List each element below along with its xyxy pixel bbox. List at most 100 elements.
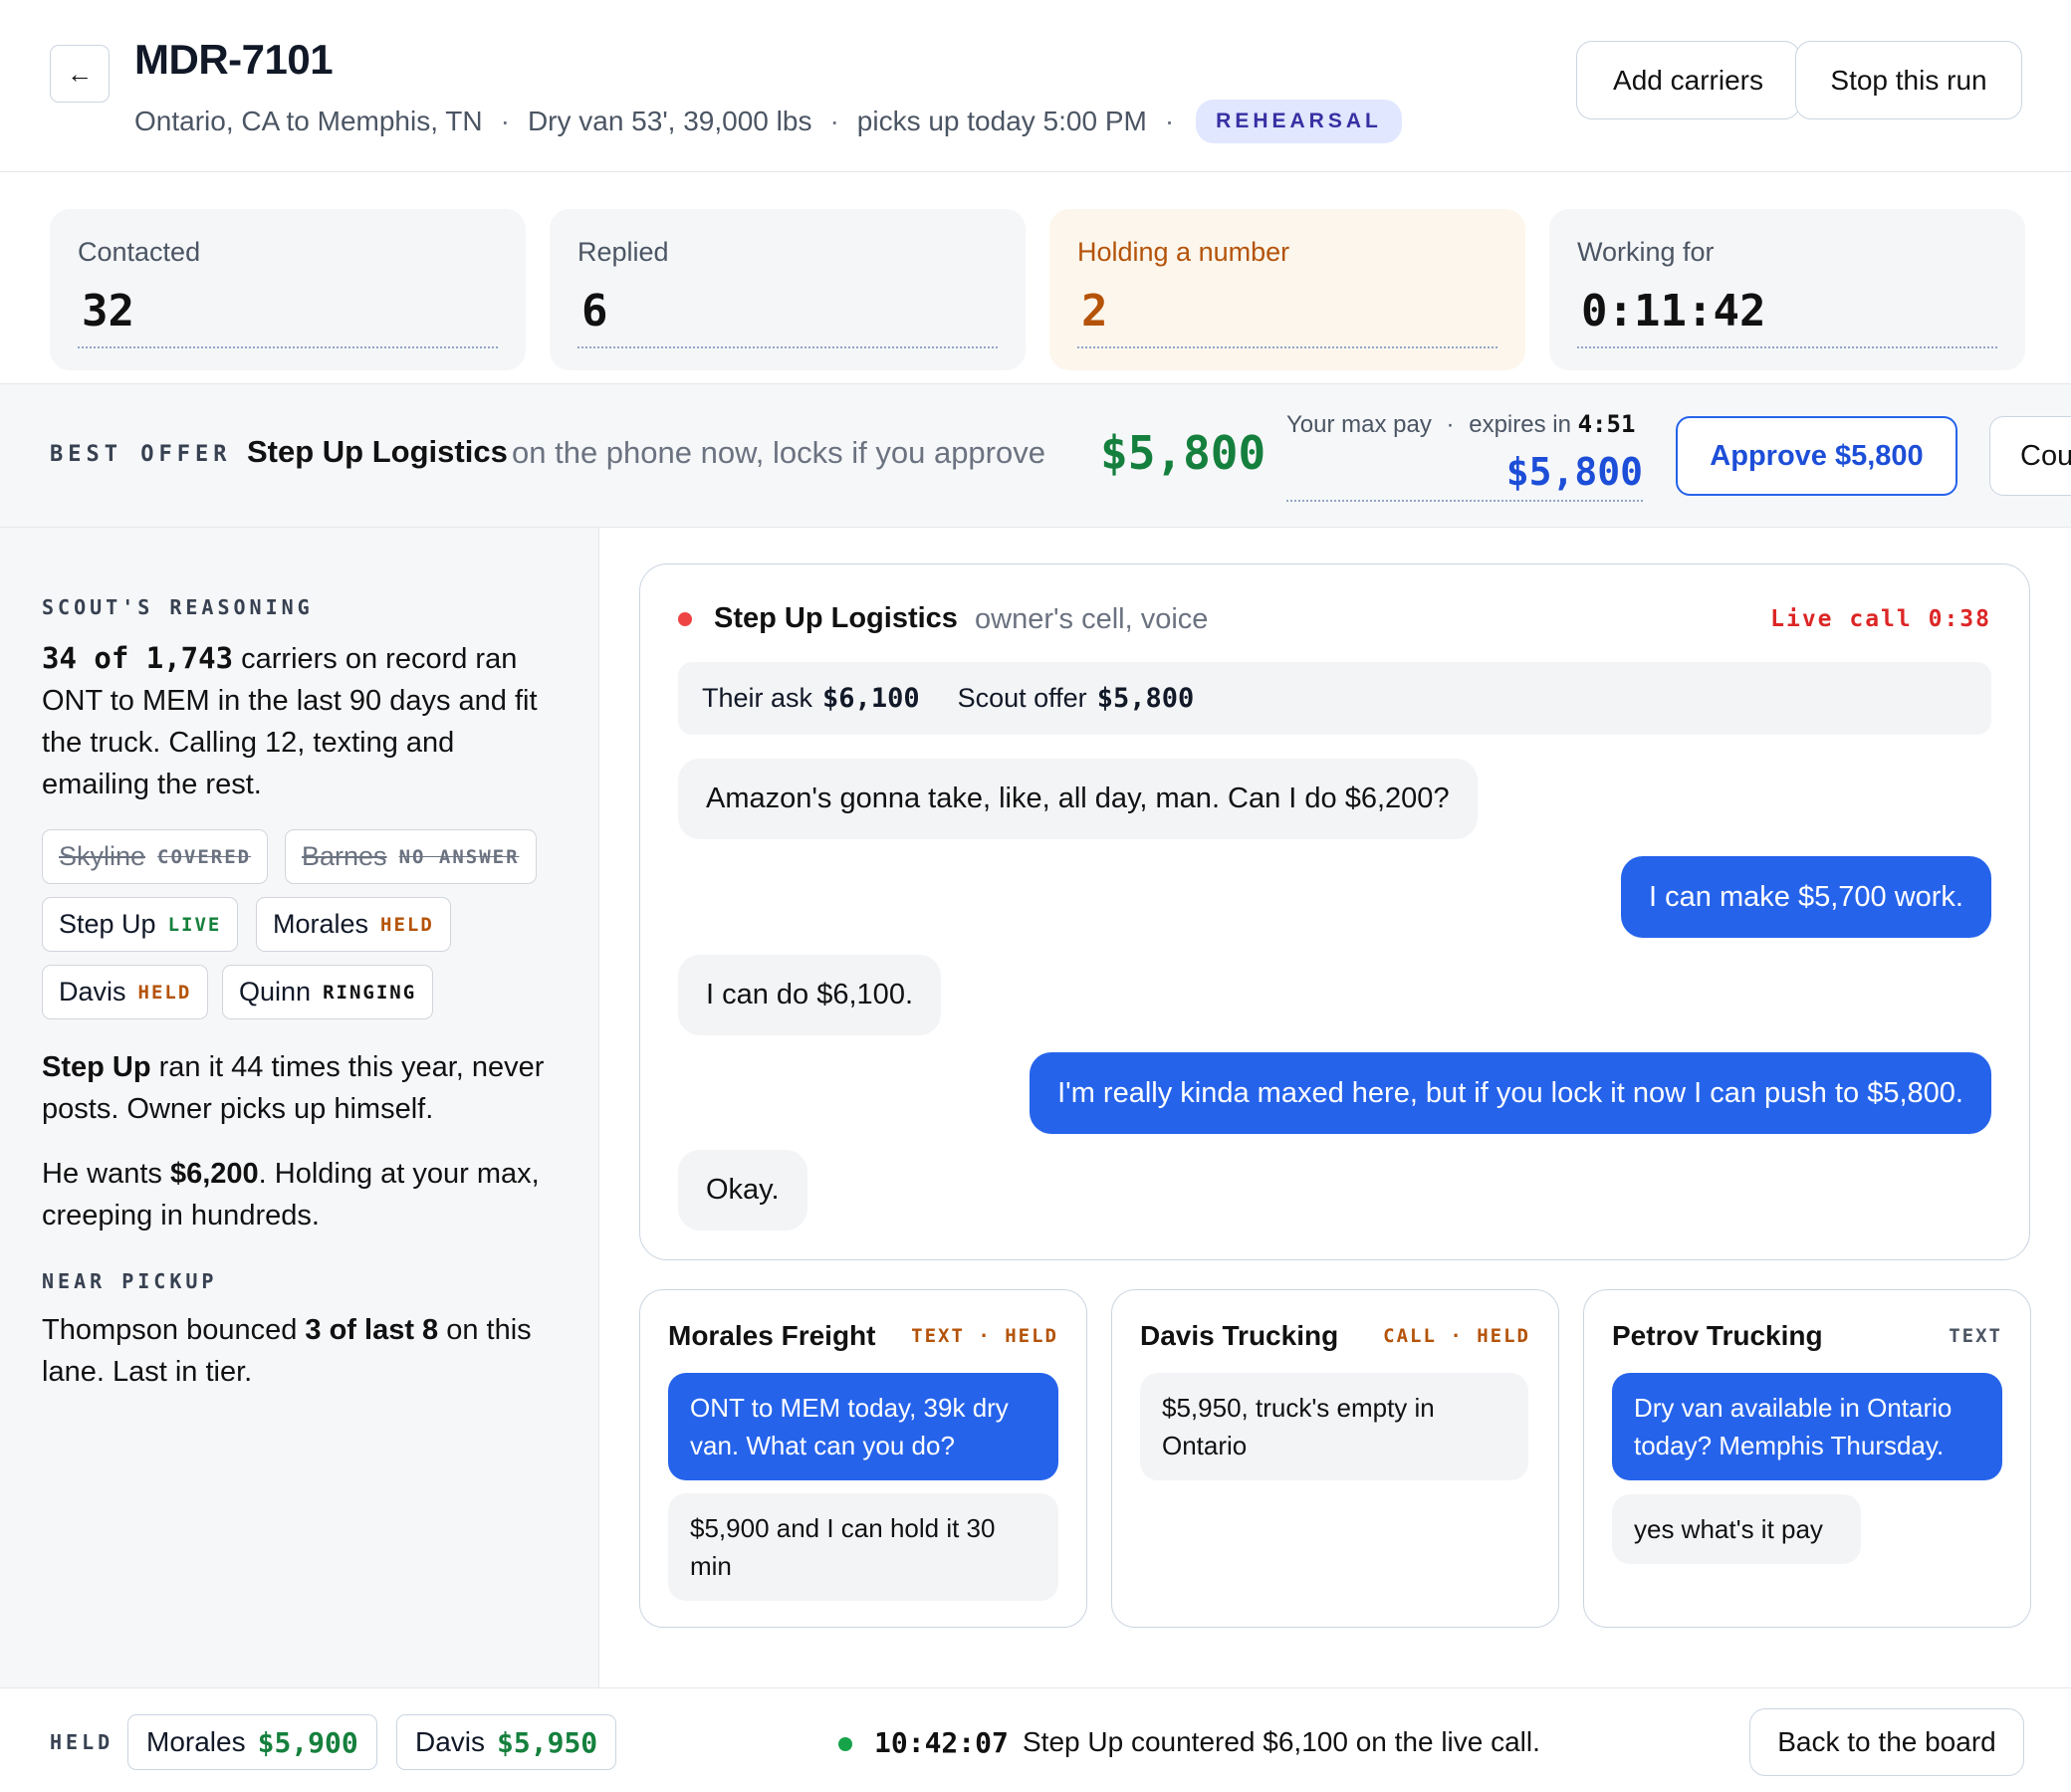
chip-status: COVERED <box>157 845 252 868</box>
carrier-count: 34 of 1,743 <box>42 641 234 675</box>
separator: · <box>500 106 510 136</box>
best-offer-tag: BEST OFFER <box>50 442 232 467</box>
thread-carrier: Davis Trucking <box>1140 1320 1339 1351</box>
thread-meta: TEXT · HELD <box>911 1325 1058 1347</box>
scout-offer-label: Scout offer <box>957 683 1087 713</box>
chip-status: RINGING <box>323 981 417 1004</box>
back-to-board-button[interactable]: Back to the board <box>1749 1708 2024 1776</box>
status-footer: HELD Morales $5,900 Davis $5,950 10:42:0… <box>0 1687 2071 1792</box>
stat-holding: Holding a number 2 <box>1049 209 1525 370</box>
equipment-text: Dry van 53', 39,000 lbs <box>527 106 812 136</box>
best-offer-note: on the phone now, locks if you approve <box>512 435 1045 470</box>
approve-button[interactable]: Approve $5,800 <box>1676 416 1957 496</box>
counter-button[interactable]: Counter <box>1989 416 2071 496</box>
their-ask-value: $6,100 <box>822 683 920 714</box>
thread-message: ONT to MEM today, 39k dry van. What can … <box>668 1373 1058 1480</box>
chip-name: Barnes <box>302 841 387 871</box>
near-pickup-note: Thompson bounced 3 of last 8 on this lan… <box>42 1309 570 1393</box>
held-chip-morales[interactable]: Morales $5,900 <box>127 1714 377 1770</box>
thread-message: Dry van available in Ontario today? Memp… <box>1612 1373 2002 1480</box>
ask-prefix: He wants <box>42 1158 170 1190</box>
near-pickup-prefix: Thompson bounced <box>42 1314 306 1346</box>
max-pay-caption: Your max pay <box>1286 411 1432 438</box>
chip-name: Morales <box>273 909 369 939</box>
arrow-left-icon: ← <box>67 58 93 89</box>
thread-card-davis[interactable]: Davis Trucking CALL · HELD $5,950, truck… <box>1111 1289 1559 1628</box>
carrier-chip-barnes[interactable]: Barnes NO ANSWER <box>285 829 537 884</box>
event-text: Step Up countered $6,100 on the live cal… <box>1023 1726 1540 1757</box>
recording-dot-icon <box>678 612 692 626</box>
carrier-chip-davis[interactable]: Davis HELD <box>42 965 209 1019</box>
run-header: ← MDR-7101 Ontario, CA to Memphis, TN · … <box>0 0 2071 172</box>
event-time: 10:42:07 <box>874 1726 1009 1759</box>
separator: · <box>1446 411 1455 438</box>
call-message: Okay. <box>678 1150 807 1231</box>
thread-card-petrov[interactable]: Petrov Trucking TEXT Dry van available i… <box>1583 1289 2031 1628</box>
reasoning-text: 34 of 1,743 carriers on record ran ONT t… <box>42 637 570 805</box>
call-status: Live call 0:38 <box>1770 606 1991 632</box>
stat-value: 32 <box>78 286 498 348</box>
stop-run-button[interactable]: Stop this run <box>1795 41 2022 119</box>
stat-label: Replied <box>577 237 669 267</box>
near-pickup-heading: NEAR PICKUP <box>42 1269 218 1293</box>
reasoning-sidebar: SCOUT'S REASONING 34 of 1,743 carriers o… <box>0 528 599 1687</box>
lane-text: Ontario, CA to Memphis, TN <box>134 106 483 136</box>
call-message: I can make $5,700 work. <box>1621 856 1991 938</box>
carrier-chip-step-up[interactable]: Step Up LIVE <box>42 897 239 952</box>
add-carriers-button[interactable]: Add carriers <box>1576 41 1800 119</box>
thread-card-morales[interactable]: Morales Freight TEXT · HELD ONT to MEM t… <box>639 1289 1087 1628</box>
live-call-panel: Step Up Logistics owner's cell, voice Li… <box>639 563 2030 1260</box>
near-pickup-value: 3 of last 8 <box>305 1314 439 1346</box>
stat-working-for: Working for 0:11:42 <box>1549 209 2025 370</box>
carrier-chip-skyline[interactable]: Skyline COVERED <box>42 829 269 884</box>
carrier-chip-morales[interactable]: Morales HELD <box>256 897 451 952</box>
best-offer-bar: BEST OFFER Step Up Logistics on the phon… <box>0 383 2071 528</box>
chip-name: Davis <box>59 977 126 1007</box>
max-pay-field[interactable]: $5,800 <box>1286 450 1643 502</box>
page-title: MDR-7101 <box>134 36 334 83</box>
separator: · <box>829 106 839 136</box>
held-amount: $5,900 <box>257 1725 358 1759</box>
stat-contacted: Contacted 32 <box>50 209 526 370</box>
back-button[interactable]: ← <box>50 45 110 103</box>
separator: · <box>1164 106 1175 136</box>
best-offer-price: $5,800 <box>1100 426 1266 480</box>
held-tag: HELD <box>50 1730 115 1754</box>
best-offer-carrier: Step Up Logistics <box>247 434 508 469</box>
ask-value: $6,200 <box>169 1158 259 1190</box>
carrier-ask-note: He wants $6,200. Holding at your max, cr… <box>42 1153 570 1236</box>
thread-carrier: Morales Freight <box>668 1320 876 1351</box>
their-ask-label: Their ask <box>702 683 813 713</box>
expires-caption: expires in <box>1469 411 1571 438</box>
status-dot-icon <box>838 1737 852 1751</box>
max-pay-label: Your max pay · expires in 4:51 <box>1286 410 1635 439</box>
thread-message: $5,950, truck's empty in Ontario <box>1140 1373 1528 1480</box>
held-chip-davis[interactable]: Davis $5,950 <box>396 1714 617 1770</box>
held-name: Morales <box>146 1726 246 1757</box>
stat-value: 0:11:42 <box>1577 286 1997 348</box>
chip-name: Skyline <box>59 841 146 871</box>
stat-label: Contacted <box>78 237 201 267</box>
call-carrier: Step Up Logistics <box>714 602 958 634</box>
chip-status: LIVE <box>167 913 222 936</box>
thread-message: yes what's it pay <box>1612 1494 1861 1564</box>
held-amount: $5,950 <box>497 1725 598 1759</box>
chip-status: HELD <box>137 981 192 1004</box>
call-message: I can do $6,100. <box>678 955 941 1035</box>
carrier-chip-quinn[interactable]: Quinn RINGING <box>222 965 434 1019</box>
call-message: I'm really kinda maxed here, but if you … <box>1030 1052 1991 1134</box>
mode-badge: REHEARSAL <box>1196 100 1402 143</box>
stat-replied: Replied 6 <box>550 209 1026 370</box>
call-channel: owner's cell, voice <box>975 603 1209 635</box>
pickup-text: picks up today 5:00 PM <box>856 106 1147 136</box>
load-summary: Ontario, CA to Memphis, TN · Dry van 53'… <box>134 100 1402 143</box>
stat-label: Holding a number <box>1077 237 1290 267</box>
stat-value: 6 <box>577 286 998 348</box>
step-up-history: Step Up ran it 44 times this year, never… <box>42 1046 570 1130</box>
thread-carrier: Petrov Trucking <box>1612 1320 1823 1351</box>
call-message: Amazon's gonna take, like, all day, man.… <box>678 759 1478 839</box>
expires-countdown: 4:51 <box>1577 410 1636 438</box>
reasoning-heading: SCOUT'S REASONING <box>42 595 314 619</box>
stat-label: Working for <box>1577 237 1715 267</box>
chip-status: HELD <box>380 913 434 936</box>
